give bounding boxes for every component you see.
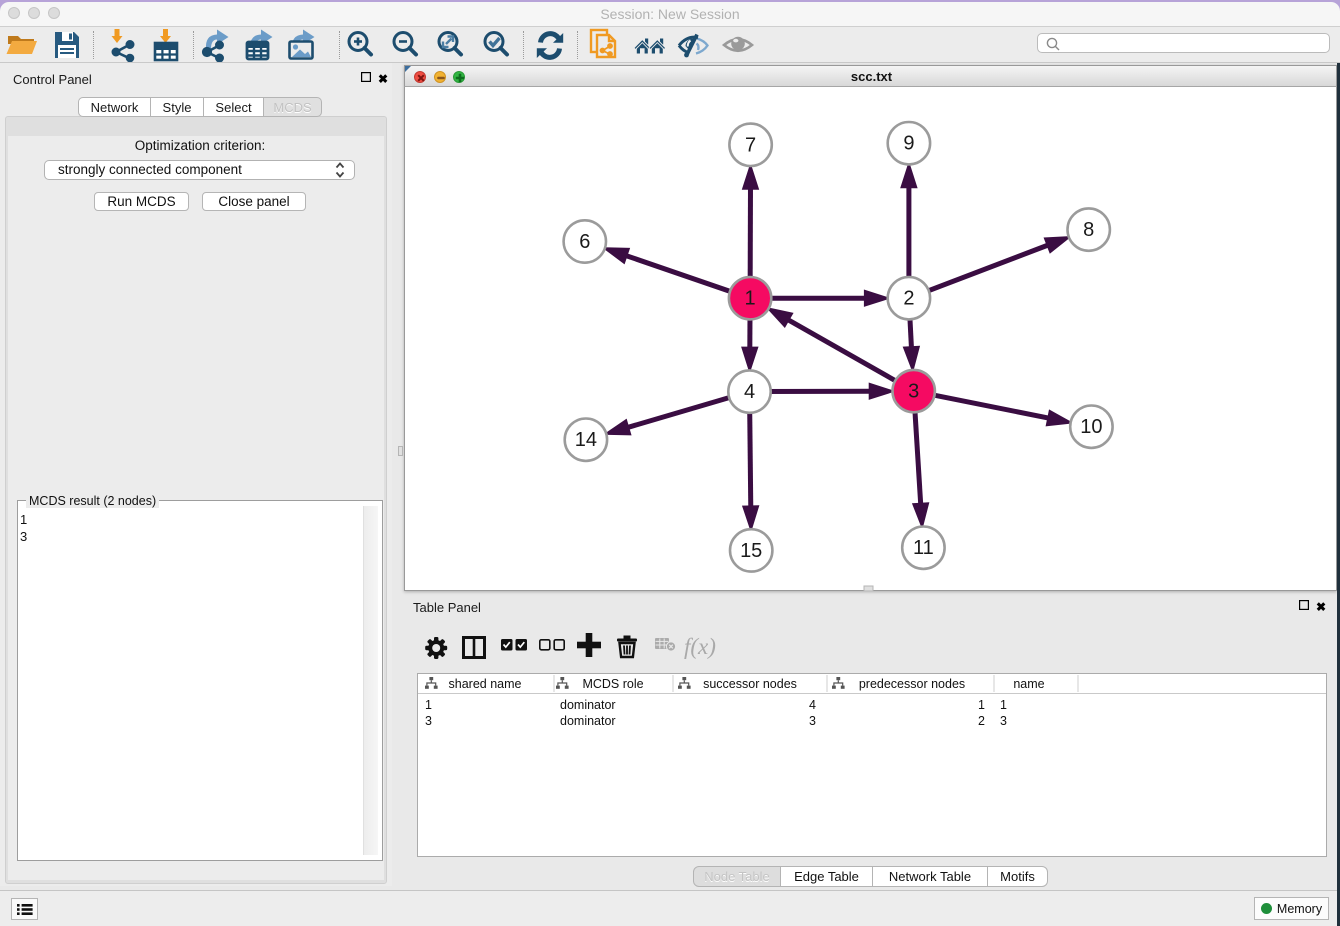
svg-text:shared name: shared name xyxy=(449,677,522,691)
svg-text:10: 10 xyxy=(1080,416,1102,438)
svg-text:6: 6 xyxy=(579,231,590,253)
svg-text:15: 15 xyxy=(740,540,762,562)
svg-text:9: 9 xyxy=(903,133,914,155)
svg-text:f(x): f(x) xyxy=(684,634,716,659)
svg-text:11: 11 xyxy=(913,537,934,559)
svg-text:successor nodes: successor nodes xyxy=(703,677,797,691)
svg-text:predecessor nodes: predecessor nodes xyxy=(859,677,965,691)
svg-text:14: 14 xyxy=(575,429,597,451)
svg-text:7: 7 xyxy=(745,134,756,156)
svg-text:name: name xyxy=(1013,677,1044,691)
svg-text:8: 8 xyxy=(1083,219,1094,241)
svg-text:MCDS role: MCDS role xyxy=(582,677,643,691)
svg-text:3: 3 xyxy=(908,381,919,403)
svg-text:4: 4 xyxy=(744,381,755,403)
svg-text:2: 2 xyxy=(903,288,914,310)
svg-text:1: 1 xyxy=(745,288,756,310)
